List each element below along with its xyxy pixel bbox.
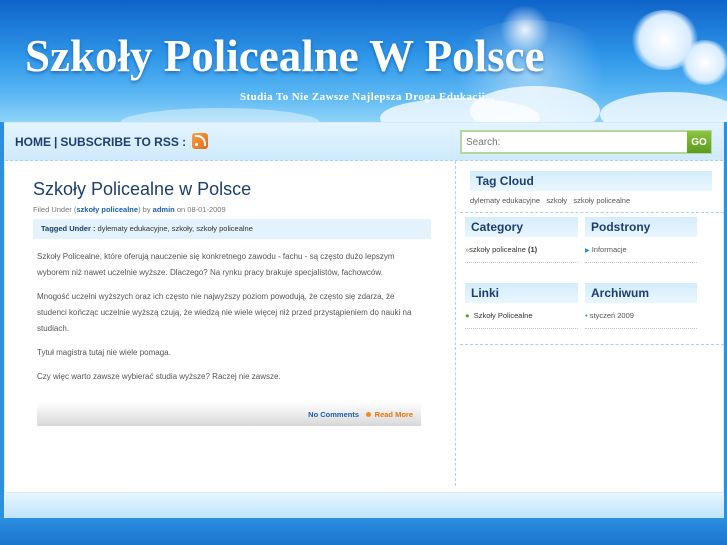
post-author-link[interactable]: admin: [153, 205, 175, 214]
post-category-link[interactable]: szkoły policealne: [76, 205, 138, 214]
post-title[interactable]: Szkoły Policealne w Polsce: [33, 179, 251, 200]
page-container: HOME|SUBSCRIBE TO RSS : GO Szkoły Police…: [4, 122, 724, 517]
triangle-right-icon: ▶: [585, 248, 590, 254]
bullet-icon: •: [585, 311, 588, 320]
podstrony-heading: Podstrony: [585, 217, 697, 237]
category-item-count: (1): [527, 245, 538, 254]
sidebar-divider: [460, 212, 724, 213]
site-title[interactable]: Szkoły Policealne W Polsce: [25, 30, 545, 82]
search-input[interactable]: [466, 134, 686, 150]
nav-home-link[interactable]: HOME: [15, 135, 51, 149]
archiwum-heading: Archiwum: [585, 283, 697, 303]
list-underline: [585, 262, 697, 263]
category-heading: Category: [465, 217, 578, 237]
read-more-link[interactable]: Read More: [375, 410, 413, 419]
search-form: GO: [460, 130, 712, 154]
header-cloud: [600, 92, 727, 122]
nav-separator: |: [54, 135, 58, 149]
tag-cloud-item[interactable]: dylematy edukacyjne: [470, 196, 540, 205]
post-paragraph: Tytuł magistra tutaj nie wiele pomaga.: [37, 348, 171, 357]
footer-band: [4, 492, 724, 518]
bullet-icon: [366, 412, 371, 417]
nav-subscribe-link[interactable]: SUBSCRIBE TO RSS :: [60, 135, 186, 149]
archiwum-item-link[interactable]: styczeń 2009: [590, 311, 634, 320]
linki-item-link[interactable]: Szkoły Policealne: [474, 311, 533, 320]
list-underline: [465, 262, 578, 263]
tag-cloud-list: dylematy edukacyjne szkoły szkoły police…: [470, 196, 630, 205]
post-paragraph: Szkoły Policealne, które oferują nauczen…: [37, 252, 395, 277]
header-flower: [680, 40, 727, 85]
bullet-icon: ●: [465, 311, 470, 320]
site-header: Szkoły Policealne W Polsce Studia To Nie…: [0, 0, 727, 122]
linki-heading: Linki: [465, 283, 578, 303]
header-cloud: [120, 108, 320, 122]
category-list: »szkoły policealne (1): [465, 245, 537, 254]
category-item-link[interactable]: szkoły policealne: [469, 245, 526, 254]
top-navbar: HOME|SUBSCRIBE TO RSS : GO: [5, 123, 723, 161]
main-content: Szkoły Policealne w Polsce Filed Under (…: [5, 161, 455, 486]
post-paragraph: Czy więc warto zawsze wybierać studia wy…: [37, 372, 281, 381]
column-divider: [455, 161, 456, 486]
podstrony-item-link[interactable]: Informacje: [592, 245, 627, 254]
post-footer: No Comments Read More: [37, 402, 421, 426]
post-date: on 08-01-2009: [176, 205, 226, 214]
nav-links: HOME | SUBSCRIBE TO RSS :: [15, 133, 208, 149]
tag-cloud-heading: Tag Cloud: [470, 171, 712, 191]
post-meta: Filed Under (szkoły policealne) by admin…: [33, 205, 226, 214]
list-underline: [465, 328, 578, 329]
post-tags-bar: Tagged Under : dylematy edukacyjne, szko…: [33, 219, 431, 239]
post-body: Szkoły Policealne, które oferują nauczen…: [37, 249, 422, 393]
list-underline: [585, 328, 697, 329]
tag-cloud-item[interactable]: szkoły policealne: [573, 196, 630, 205]
post-tags[interactable]: dylematy edukacyjne, szkoły, szkoły poli…: [98, 224, 253, 233]
filed-by-label: ) by: [138, 205, 151, 214]
site-tagline: Studia To Nie Zawsze Najlepsza Droga Edu…: [240, 91, 495, 103]
archiwum-list: • styczeń 2009: [585, 311, 634, 320]
post-paragraph: Mnogość uczelni wyższych oraz ich często…: [37, 292, 412, 333]
search-go-button[interactable]: GO: [687, 131, 711, 153]
no-comments-link[interactable]: No Comments: [308, 410, 359, 419]
rss-icon[interactable]: [191, 133, 208, 149]
podstrony-list: ▶ Informacje: [585, 245, 627, 254]
tagged-under-label: Tagged Under :: [41, 224, 96, 233]
site-footer: [0, 518, 727, 545]
linki-list: ● Szkoły Policealne: [465, 311, 532, 320]
tag-cloud-item[interactable]: szkoły: [546, 196, 567, 205]
filed-under-label: Filed Under (: [33, 205, 77, 214]
sidebar-divider: [460, 344, 724, 345]
